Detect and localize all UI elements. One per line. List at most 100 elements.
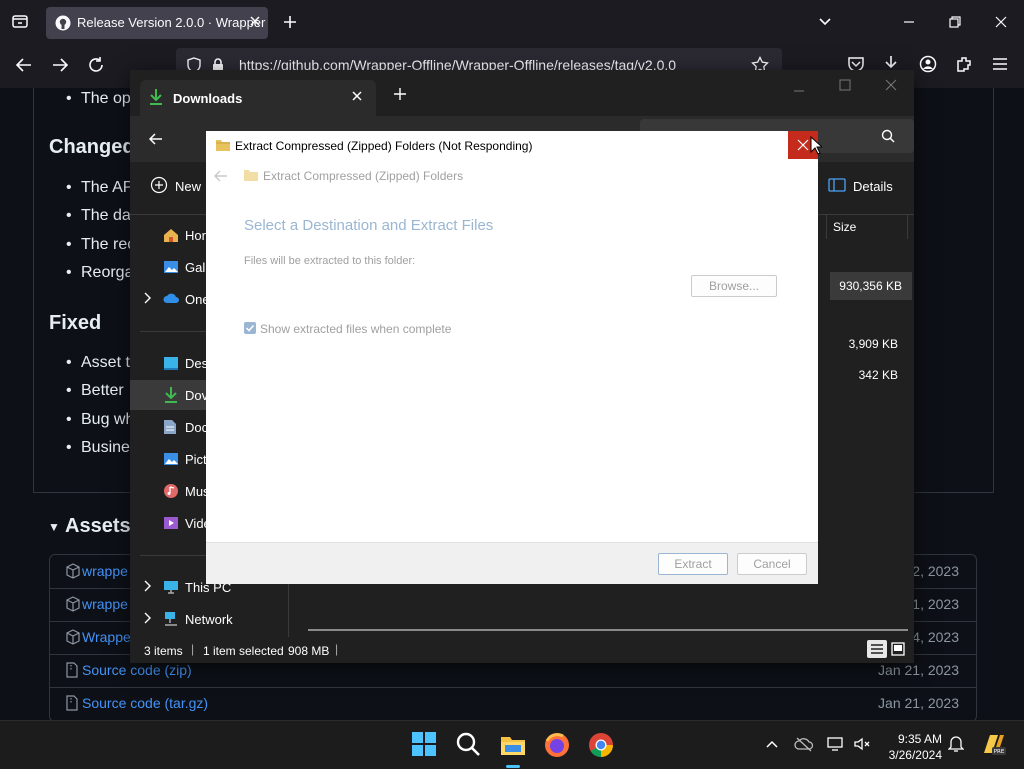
onedrive-icon (163, 292, 180, 304)
new-button[interactable]: New (150, 176, 210, 200)
downloads-icon (163, 386, 179, 404)
expand-chevron-icon[interactable] (142, 612, 152, 624)
music-icon (163, 483, 179, 499)
asset-date: Jan 21, 2023 (878, 662, 959, 678)
documents-icon (163, 419, 177, 435)
package-icon (66, 563, 80, 579)
copilot-icon[interactable]: PRE (980, 731, 1006, 757)
this-pc-icon (163, 579, 179, 595)
clock-time[interactable]: 9:35 AM (884, 732, 942, 746)
minimize-icon[interactable] (793, 85, 805, 97)
size-column-header[interactable]: Size (826, 215, 908, 239)
status-size: 908 MB (288, 644, 330, 658)
home-icon (163, 227, 179, 243)
changed-bullet: The rec (81, 236, 136, 253)
file-row-selected[interactable]: 930,356 KB (830, 272, 912, 300)
onedrive-offline-icon[interactable] (794, 736, 814, 752)
package-icon (66, 629, 80, 645)
start-menu-icon[interactable] (411, 731, 439, 759)
changed-bullet: Reorga (81, 264, 134, 281)
reload-icon[interactable] (87, 56, 105, 74)
package-icon (66, 596, 80, 612)
show-hidden-icons-chevron-icon[interactable] (765, 738, 779, 750)
asset-link[interactable]: Source code (zip) (82, 662, 192, 678)
tab-list-icon[interactable] (11, 12, 29, 30)
maximize-icon[interactable] (839, 79, 851, 91)
show-files-checkbox[interactable] (244, 322, 256, 334)
search-icon[interactable] (881, 129, 895, 143)
new-tab-icon[interactable] (282, 14, 298, 30)
mouse-cursor-icon (810, 136, 822, 156)
details-pane-icon (828, 177, 846, 193)
changed-bullet: The da (81, 207, 131, 224)
expand-chevron-icon[interactable] (142, 292, 152, 304)
file-zip-icon (66, 695, 78, 711)
details-button[interactable]: Details (828, 176, 908, 200)
zip-folder-icon (243, 168, 259, 182)
explorer-tab-downloads[interactable]: Downloads (140, 80, 376, 116)
asset-date: Jan 21, 2023 (878, 695, 959, 711)
extract-dialog: Extract Compressed (Zipped) Folders (Not… (206, 131, 818, 584)
asset-link[interactable]: Source code (tar.gz) (82, 695, 208, 711)
back-icon[interactable] (148, 131, 164, 147)
destination-label: Files will be extracted to this folder: (244, 255, 416, 267)
asset-link[interactable]: wrappe (82, 596, 128, 612)
clock-date[interactable]: 3/26/2024 (884, 748, 942, 762)
close-tab-icon[interactable] (350, 89, 364, 103)
notification-bell-icon[interactable] (948, 735, 964, 753)
collapse-triangle-icon[interactable]: ▼ (48, 520, 60, 534)
horizontal-scrollbar[interactable] (308, 629, 908, 631)
dialog-titlebar: Extract Compressed (Zipped) Folders (Not… (206, 131, 818, 161)
details-label: Details (853, 179, 893, 194)
forward-icon[interactable] (51, 56, 69, 74)
asset-date: 4, 2023 (912, 629, 959, 645)
file-size: 930,356 KB (839, 279, 902, 293)
back-icon[interactable] (15, 56, 33, 74)
chrome-icon[interactable] (587, 731, 615, 759)
fixed-bullet: Asset t (81, 354, 130, 371)
dialog-footer: Extract Cancel (206, 542, 818, 584)
chevron-down-icon[interactable] (818, 15, 832, 29)
network-status-icon[interactable] (827, 736, 845, 752)
file-zip-icon (66, 662, 78, 678)
browser-tab-active[interactable]: Release Version 2.0.0 · Wrapper (46, 7, 268, 39)
tiles-view-icon[interactable] (890, 641, 906, 657)
firefox-icon[interactable] (543, 731, 571, 759)
expand-chevron-icon[interactable] (142, 580, 152, 592)
hamburger-menu-icon[interactable] (991, 56, 1009, 72)
desktop-icon (163, 355, 179, 371)
downloads-icon (148, 88, 164, 106)
asset-date: 1, 2023 (912, 596, 959, 612)
changed-bullet: The AP (81, 179, 134, 196)
nav-item-network[interactable]: Network (130, 604, 280, 634)
asset-link[interactable]: wrappe (82, 563, 128, 579)
volume-muted-icon[interactable] (853, 736, 871, 752)
file-size: 342 KB (858, 368, 898, 382)
back-arrow-icon[interactable] (213, 169, 229, 183)
asset-date: 2, 2023 (912, 563, 959, 579)
fixed-bullet: Bug wh (81, 411, 135, 428)
tab-title: Release Version 2.0.0 · Wrapper (77, 15, 266, 30)
browse-button[interactable]: Browse... (691, 275, 777, 297)
close-window-icon[interactable] (885, 79, 897, 91)
cancel-button[interactable]: Cancel (737, 553, 807, 575)
asset-row[interactable]: Source code (tar.gz) Jan 21, 2023 (50, 687, 976, 720)
svg-text:PRE: PRE (994, 749, 1005, 755)
close-window-icon[interactable] (994, 15, 1008, 29)
close-tab-icon[interactable] (248, 14, 262, 28)
search-icon[interactable] (455, 731, 483, 759)
new-tab-icon[interactable] (393, 87, 407, 101)
extensions-icon[interactable] (955, 55, 973, 73)
status-selected: 1 item selected (203, 644, 284, 658)
details-view-icon[interactable] (867, 640, 887, 658)
minimize-icon[interactable] (902, 15, 916, 29)
account-icon[interactable] (919, 55, 937, 73)
asset-link[interactable]: Wrappe (82, 629, 131, 645)
assets-heading[interactable]: Assets (65, 515, 131, 538)
pictures-icon (163, 451, 179, 467)
restore-icon[interactable] (948, 15, 962, 29)
fixed-bullet: Better (81, 382, 124, 399)
file-explorer-taskbar-icon[interactable] (499, 731, 527, 759)
show-files-label: Show extracted files when complete (260, 322, 452, 336)
extract-button[interactable]: Extract (658, 553, 728, 575)
